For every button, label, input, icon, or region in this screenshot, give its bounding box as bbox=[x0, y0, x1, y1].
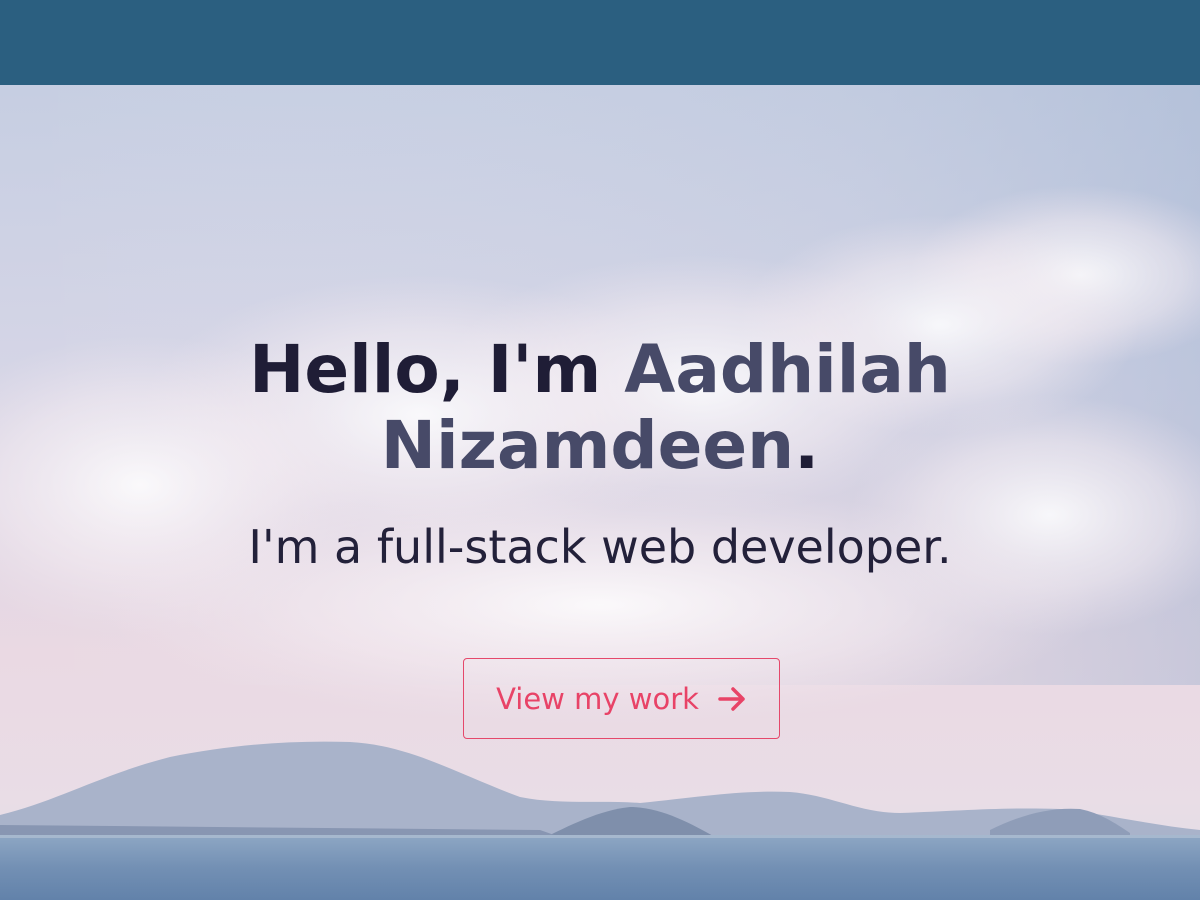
arrow-right-icon bbox=[718, 686, 745, 711]
hero-tagline: I'm a full-stack web developer. bbox=[248, 520, 952, 574]
headline-period: . bbox=[794, 407, 820, 484]
view-my-work-button[interactable]: View my work bbox=[463, 658, 780, 739]
view-my-work-label: View my work bbox=[496, 681, 699, 716]
greeting-text: Hello, I'm bbox=[249, 331, 625, 408]
hero-headline: Hello, I'm Aadhilah Nizamdeen. bbox=[200, 332, 1000, 484]
hero-background-image bbox=[0, 85, 1200, 900]
hero-section: Hello, I'm Aadhilah Nizamdeen. I'm a ful… bbox=[0, 85, 1200, 900]
navbar bbox=[0, 0, 1200, 85]
